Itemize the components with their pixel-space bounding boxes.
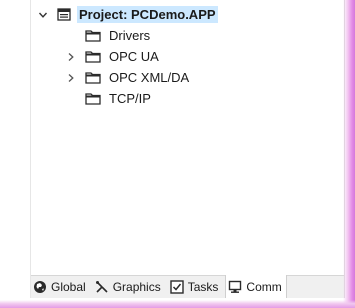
tree-item-label: Project: PCDemo.APP: [77, 6, 218, 23]
tree-item-label: TCP/IP: [109, 91, 151, 106]
tree-item-opc-xml-da[interactable]: OPC XML/DA: [31, 67, 344, 88]
tree-item-label: OPC UA: [109, 49, 159, 64]
project-tree: Project: PCDemo.APP Drivers OPC UA OPC X…: [31, 4, 344, 109]
project-icon: [57, 8, 71, 21]
globe-icon: [33, 280, 47, 294]
chevron-down-icon[interactable]: [37, 9, 49, 21]
folder-icon: [85, 50, 101, 63]
chevron-right-icon[interactable]: [65, 72, 77, 84]
folder-icon: [85, 92, 101, 105]
window-glow-border-bottom: [0, 300, 355, 308]
tab-label: Global: [51, 280, 86, 294]
tree-item-tcp-ip[interactable]: TCP/IP: [31, 88, 344, 109]
folder-icon: [85, 29, 101, 42]
chevron-right-icon[interactable]: [65, 51, 77, 63]
tab-label: Comm: [246, 279, 282, 294]
folder-icon: [85, 71, 101, 84]
tab-graphics[interactable]: Graphics: [93, 276, 165, 298]
tree-item-label: OPC XML/DA: [109, 70, 190, 85]
window: Project: PCDemo.APP Drivers OPC UA OPC X…: [0, 0, 355, 308]
tree-item-project[interactable]: Project: PCDemo.APP: [31, 4, 344, 25]
tab-tasks[interactable]: Tasks: [168, 276, 223, 298]
graphics-icon: [95, 280, 109, 294]
tree-item-drivers[interactable]: Drivers: [31, 25, 344, 46]
tree-item-opc-ua[interactable]: OPC UA: [31, 46, 344, 67]
tab-comm[interactable]: Comm: [225, 275, 287, 298]
project-explorer-panel: Project: PCDemo.APP Drivers OPC UA OPC X…: [30, 0, 345, 298]
tree-item-label: Drivers: [109, 28, 151, 43]
explorer-tab-bar: Global Graphics Tasks Comm: [31, 275, 344, 298]
tab-label: Graphics: [112, 280, 161, 294]
window-glow-border: [343, 0, 355, 308]
comm-icon: [228, 280, 242, 294]
tasks-icon: [170, 280, 184, 294]
tab-global[interactable]: Global: [31, 276, 90, 298]
tab-label: Tasks: [187, 280, 219, 294]
